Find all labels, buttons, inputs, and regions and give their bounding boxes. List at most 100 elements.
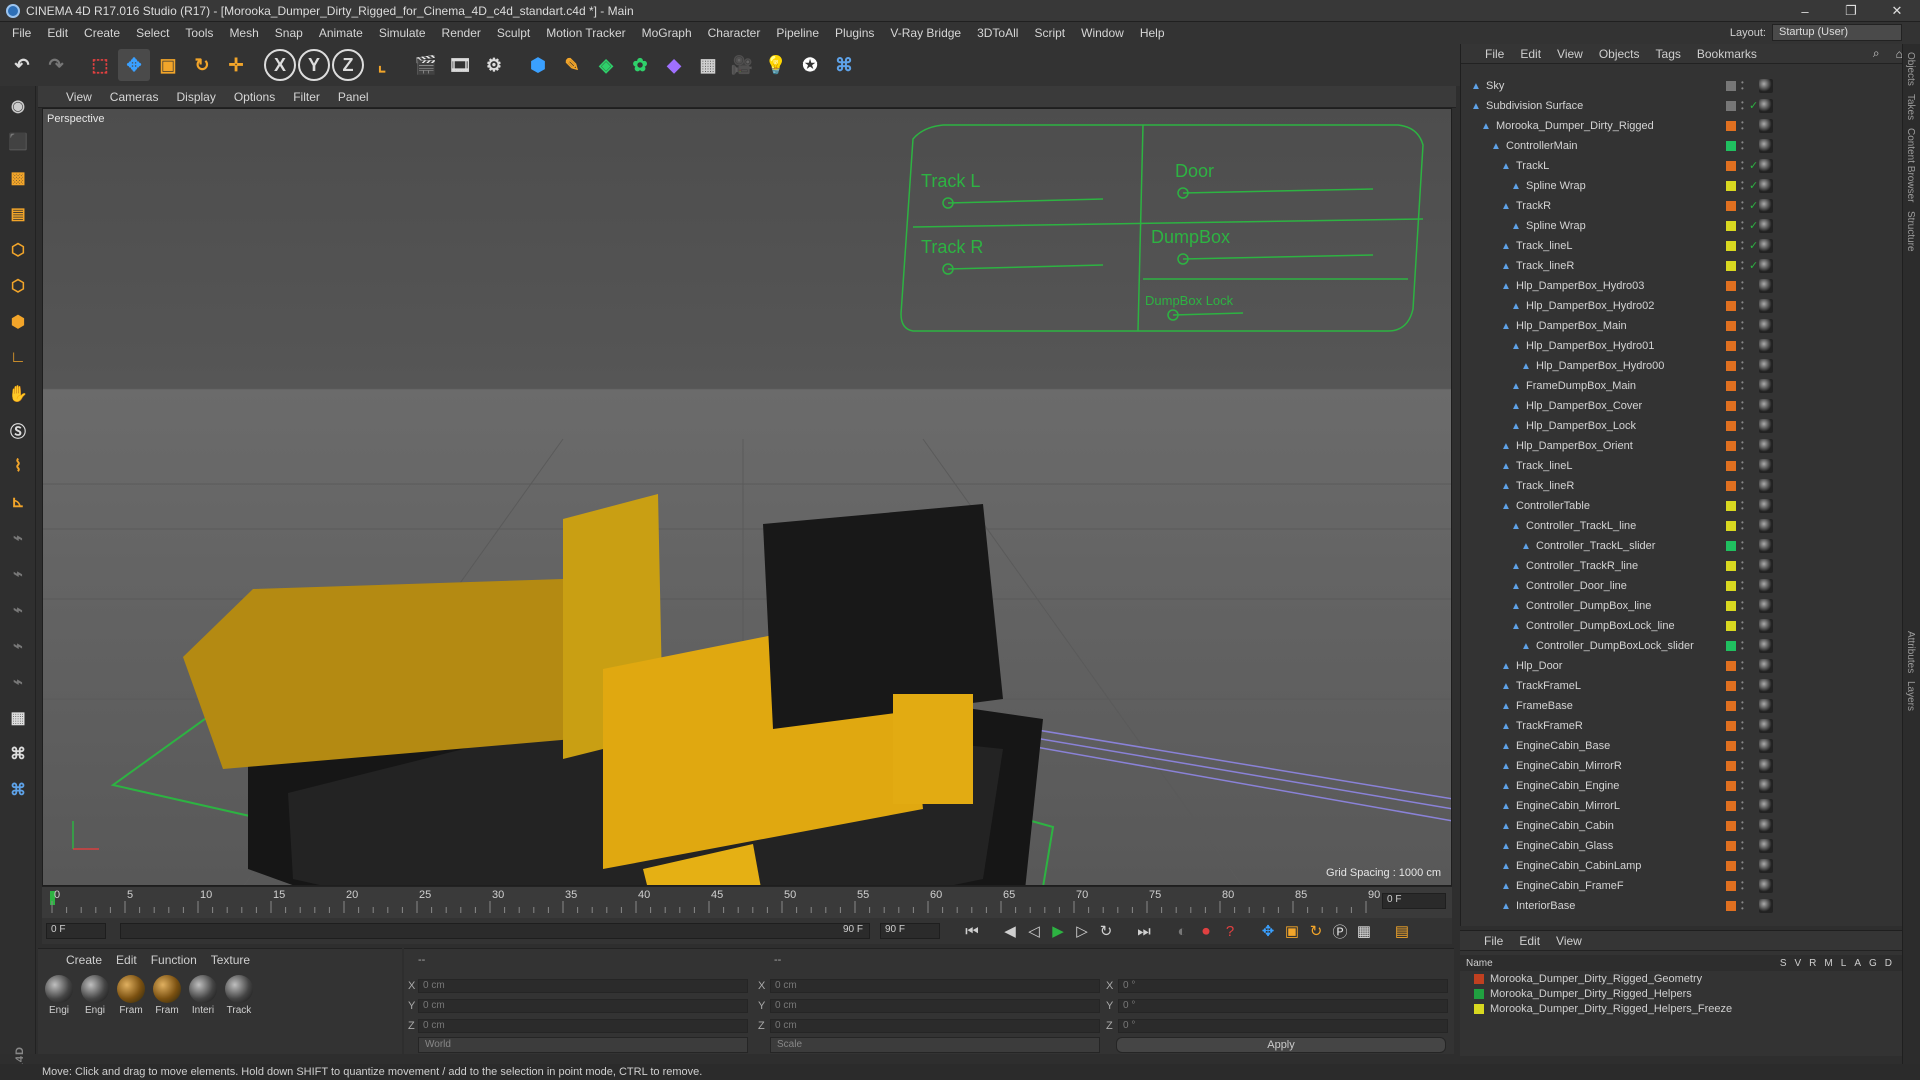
size-z-field[interactable]: 0 cm [770, 1019, 1100, 1033]
layer-color-icon[interactable] [1726, 501, 1736, 511]
layer-color-icon[interactable] [1726, 901, 1736, 911]
objects-menu-edit[interactable]: Edit [1520, 47, 1541, 61]
tab-structure[interactable]: Structure [1905, 211, 1916, 252]
render-icon[interactable]: 🎞 [444, 49, 476, 81]
layer-color-icon[interactable] [1726, 561, 1736, 571]
select-icon[interactable]: ⬚ [84, 49, 116, 81]
menu-animate[interactable]: Animate [311, 26, 371, 40]
layer-row[interactable]: Morooka_Dumper_Dirty_Rigged_Geometry [1460, 971, 1902, 986]
material-item[interactable]: Engi [80, 975, 110, 1016]
redo-icon[interactable]: ↷ [40, 49, 72, 81]
workplane-icon[interactable]: ▤ [2, 198, 34, 230]
sketch-icon[interactable]: ✪ [794, 49, 826, 81]
tab-content-browser[interactable]: Content Browser [1905, 128, 1916, 202]
menu-help[interactable]: Help [1132, 26, 1173, 40]
object-row[interactable]: ▲ Controller_TrackL_slider • • [1461, 536, 1903, 556]
visibility-dots-icon[interactable]: • • [1741, 719, 1744, 733]
move-icon[interactable]: ✥ [118, 49, 150, 81]
rotation-p-field[interactable]: 0 ° [1118, 999, 1448, 1013]
material-tag-icon[interactable] [1759, 899, 1773, 913]
light-icon[interactable]: 💡 [760, 49, 792, 81]
enabled-check-icon[interactable]: ✓ [1749, 99, 1758, 112]
visibility-dots-icon[interactable]: • • [1741, 399, 1744, 413]
material-tag-icon[interactable] [1759, 839, 1773, 853]
object-row[interactable]: ▲ Track_lineL • • ✓ [1461, 236, 1903, 256]
material-item[interactable]: Engi [44, 975, 74, 1016]
object-row[interactable]: ▲ TrackR • • ✓ [1461, 196, 1903, 216]
layer-color-icon[interactable] [1726, 361, 1736, 371]
visibility-dots-icon[interactable]: • • [1741, 319, 1744, 333]
menu-select[interactable]: Select [128, 26, 177, 40]
menu-mograph[interactable]: MoGraph [634, 26, 700, 40]
material-tag-icon[interactable] [1759, 859, 1773, 873]
viewport-menu-display[interactable]: Display [176, 90, 215, 104]
object-row[interactable]: ▲ EngineCabin_MirrorL • • [1461, 796, 1903, 816]
model-mode-icon[interactable]: ◉ [2, 90, 34, 122]
render-settings-icon[interactable]: ⚙ [478, 49, 510, 81]
layer-color-icon[interactable] [1726, 401, 1736, 411]
menu-vray-bridge[interactable]: V-Ray Bridge [882, 26, 969, 40]
record-icon[interactable]: ⏺ [1194, 920, 1218, 942]
visibility-dots-icon[interactable]: • • [1741, 239, 1744, 253]
layer-color-icon[interactable] [1726, 621, 1736, 631]
object-row[interactable]: ▲ Sky • • [1461, 76, 1903, 96]
y-axis-icon[interactable]: Y [298, 49, 330, 81]
key-move-icon[interactable]: ✥ [1256, 920, 1280, 942]
layer-color-icon[interactable] [1726, 801, 1736, 811]
python-icon[interactable]: ⌘ [828, 49, 860, 81]
material-menu-texture[interactable]: Texture [211, 953, 250, 967]
object-row[interactable]: ▲ Hlp_DamperBox_Orient • • [1461, 436, 1903, 456]
render-view-icon[interactable]: 🎬 [410, 49, 442, 81]
menu-sculpt[interactable]: Sculpt [489, 26, 538, 40]
material-tag-icon[interactable] [1759, 199, 1773, 213]
object-row[interactable]: ▲ ControllerMain • • [1461, 136, 1903, 156]
material-tag-icon[interactable] [1759, 479, 1773, 493]
visibility-dots-icon[interactable]: • • [1741, 379, 1744, 393]
object-mode-icon[interactable]: ⬛ [2, 126, 34, 158]
material-tag-icon[interactable] [1759, 259, 1773, 273]
enabled-check-icon[interactable]: ✓ [1749, 239, 1758, 252]
z-axis-icon[interactable]: Z [332, 49, 364, 81]
layers-menu-view[interactable]: View [1556, 934, 1582, 948]
rotation-b-field[interactable]: 0 ° [1118, 1019, 1448, 1033]
timeline-end-field[interactable]: 90 F [880, 923, 940, 939]
layer-color-icon[interactable] [1726, 181, 1736, 191]
enabled-check-icon[interactable]: ✓ [1749, 179, 1758, 192]
menu-render[interactable]: Render [434, 26, 489, 40]
minimize-button[interactable]: – [1782, 0, 1828, 22]
python-script-icon[interactable]: ⌘ [2, 774, 34, 806]
visibility-dots-icon[interactable]: • • [1741, 699, 1744, 713]
key-scale-icon[interactable]: ▣ [1280, 920, 1304, 942]
rotate-icon[interactable]: ↻ [186, 49, 218, 81]
object-row[interactable]: ▲ Hlp_DamperBox_Cover • • [1461, 396, 1903, 416]
object-row[interactable]: ▲ TrackFrameL • • [1461, 676, 1903, 696]
material-tag-icon[interactable] [1759, 439, 1773, 453]
layer-color-icon[interactable] [1726, 741, 1736, 751]
visibility-dots-icon[interactable]: • • [1741, 79, 1744, 93]
layer-color-icon[interactable] [1726, 241, 1736, 251]
x-axis-icon[interactable]: X [264, 49, 296, 81]
visibility-dots-icon[interactable]: • • [1741, 199, 1744, 213]
layer-color-icon[interactable] [1726, 861, 1736, 871]
undo-icon[interactable]: ↶ [6, 49, 38, 81]
visibility-dots-icon[interactable]: • • [1741, 639, 1744, 653]
visibility-dots-icon[interactable]: • • [1741, 119, 1744, 133]
material-tag-icon[interactable] [1759, 559, 1773, 573]
visibility-dots-icon[interactable]: • • [1741, 659, 1744, 673]
cube-icon[interactable]: ⬢ [522, 49, 554, 81]
object-row[interactable]: ▲ Track_lineL • • [1461, 456, 1903, 476]
truck-model[interactable] [183, 494, 1043, 886]
object-row[interactable]: ▲ EngineCabin_Glass • • [1461, 836, 1903, 856]
object-row[interactable]: ▲ Hlp_DamperBox_Hydro01 • • [1461, 336, 1903, 356]
magnet-icon[interactable]: ⌇ [2, 450, 34, 482]
visibility-dots-icon[interactable]: • • [1741, 739, 1744, 753]
layer-color-icon[interactable] [1726, 121, 1736, 131]
visibility-dots-icon[interactable]: • • [1741, 859, 1744, 873]
layer-color-icon[interactable] [1726, 161, 1736, 171]
material-tag-icon[interactable] [1759, 639, 1773, 653]
layer-color-icon[interactable] [1726, 721, 1736, 731]
goto-start-icon[interactable]: ⏮ [960, 920, 984, 942]
menu-plugins[interactable]: Plugins [827, 26, 882, 40]
material-tag-icon[interactable] [1759, 119, 1773, 133]
layer-color-icon[interactable] [1726, 841, 1736, 851]
